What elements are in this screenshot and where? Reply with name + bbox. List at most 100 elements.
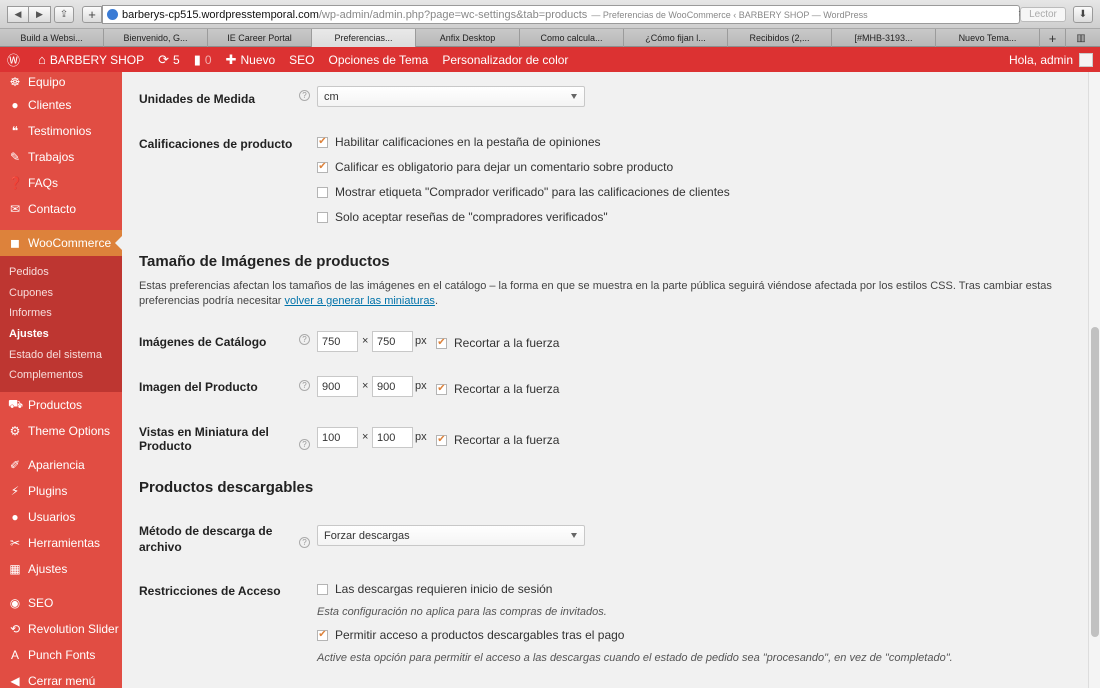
product-width-input[interactable]: 900	[317, 376, 358, 397]
updates-link[interactable]: ⟳ 5	[151, 47, 187, 72]
sidebar-item-apariencia[interactable]: ✐ Apariencia	[0, 452, 122, 478]
help-icon[interactable]: ?	[299, 334, 310, 345]
units-label: Unidades de Medida	[139, 92, 256, 106]
scrollbar-thumb[interactable]	[1091, 327, 1099, 637]
wp-admin-bar: Ⓦ ⌂ BARBERY SHOP ⟳ 5 ▮ 0 ✚ Nuevo SEO Opcione…	[0, 47, 1100, 72]
checkbox[interactable]	[317, 583, 328, 595]
browser-tab[interactable]: Bienvenido, G...	[104, 29, 208, 47]
catalog-height-input[interactable]: 750	[372, 331, 413, 352]
submenu-ajustes[interactable]: Ajustes	[0, 324, 122, 345]
chevron-down-icon	[571, 94, 577, 99]
checkbox[interactable]	[317, 186, 328, 198]
browser-tab-active[interactable]: Preferencias...	[312, 29, 416, 47]
sidebar-item-revolution-slider[interactable]: ⟲ Revolution Slider	[0, 616, 122, 642]
sidebar-item-herramientas[interactable]: ✂ Herramientas	[0, 530, 122, 556]
sidebar-item-trabajos[interactable]: ✎ Trabajos	[0, 144, 122, 170]
sidebar-item-woocommerce[interactable]: ◼ WooCommerce	[0, 230, 122, 256]
download-method-label: Método de descarga de archivo	[139, 524, 273, 554]
browser-tab[interactable]: [#MHB-3193...	[832, 29, 936, 47]
sidebar-item-ajustes[interactable]: ▦ Ajustes	[0, 556, 122, 582]
new-tab-button[interactable]: +	[82, 6, 102, 23]
product-height-input[interactable]: 900	[372, 376, 413, 397]
browser-tab[interactable]: Anfix Desktop	[416, 29, 520, 47]
submenu-pedidos[interactable]: Pedidos	[0, 262, 122, 283]
share-button[interactable]: ⇪	[54, 6, 74, 23]
rating-option-required[interactable]: ✔ Calificar es obligatorio para dejar un …	[317, 160, 673, 174]
download-method-select[interactable]: Forzar descargas	[317, 525, 585, 546]
sidebar-item-faqs[interactable]: ❓ FAQs	[0, 170, 122, 196]
back-button[interactable]: ◀	[7, 6, 29, 23]
submenu-cupones[interactable]: Cupones	[0, 283, 122, 304]
thumbnail-crop-option[interactable]: ✔ Recortar a la fuerza	[436, 433, 559, 447]
comments-link[interactable]: ▮ 0	[187, 47, 219, 72]
submenu-estado-sistema[interactable]: Estado del sistema	[0, 344, 122, 365]
add-tab-icon[interactable]: +	[1040, 29, 1066, 47]
sidebar-item-productos[interactable]: ⛟ Productos	[0, 392, 122, 418]
thumbnail-width-input[interactable]: 100	[317, 427, 358, 448]
checkbox[interactable]	[317, 211, 328, 223]
access-after-payment-option[interactable]: ✔ Permitir acceso a productos descargable…	[317, 628, 624, 642]
group-icon: ☸	[9, 75, 21, 89]
access-login-required-option[interactable]: Las descargas requieren inicio de sesión	[317, 582, 552, 596]
sidebar-item-theme-options[interactable]: ⚙ Theme Options	[0, 418, 122, 444]
seo-link[interactable]: SEO	[282, 47, 321, 72]
thumbnail-height-input[interactable]: 100	[372, 427, 413, 448]
sidebar-item-plugins[interactable]: ⚡ Plugins	[0, 478, 122, 504]
checkbox-checked[interactable]: ✔	[436, 383, 447, 395]
avatar	[1079, 52, 1093, 67]
help-icon[interactable]: ?	[299, 439, 310, 450]
forward-button[interactable]: ▶	[29, 6, 51, 23]
font-icon: A	[10, 647, 19, 662]
browser-tab[interactable]: ¿Cómo fijan l...	[624, 29, 728, 47]
rating-option-verified-only[interactable]: Solo aceptar reseñas de "compradores ver…	[317, 210, 608, 224]
browser-tab[interactable]: Nuevo Tema...	[936, 29, 1040, 47]
rating-option-verified-label[interactable]: Mostrar etiqueta "Comprador verificado" …	[317, 185, 730, 199]
submenu-informes[interactable]: Informes	[0, 303, 122, 324]
product-crop-option[interactable]: ✔ Recortar a la fuerza	[436, 382, 559, 396]
reading-list-icon[interactable]: ▥	[1066, 29, 1096, 47]
sidebar-item-equipo[interactable]: ☸ Equipo	[0, 72, 122, 92]
checkbox-checked[interactable]: ✔	[317, 136, 328, 148]
site-name-link[interactable]: ⌂ BARBERY SHOP	[31, 47, 151, 72]
units-select[interactable]: cm	[317, 86, 585, 107]
reader-button[interactable]: Lector	[1020, 7, 1066, 22]
brush-icon: ✐	[9, 457, 21, 472]
theme-options-link[interactable]: Opciones de Tema	[322, 47, 436, 72]
help-icon[interactable]: ?	[299, 537, 310, 548]
help-icon[interactable]: ?	[299, 380, 310, 391]
checkbox-checked[interactable]: ✔	[436, 337, 447, 349]
product-image-label: Imagen del Producto	[139, 380, 258, 394]
checkbox-checked[interactable]: ✔	[317, 629, 328, 641]
browser-tab[interactable]: IE Career Portal	[208, 29, 312, 47]
address-bar[interactable]: barberys-cp515.wordpresstemporal.com /wp…	[102, 5, 1020, 24]
account-menu[interactable]: Hola, admin	[1002, 47, 1100, 72]
sidebar-item-contacto[interactable]: ✉ Contacto	[0, 196, 122, 222]
browser-tab[interactable]: Build a Websi...	[0, 29, 104, 47]
new-content-link[interactable]: ✚ Nuevo	[219, 47, 283, 72]
color-customizer-link[interactable]: Personalizador de color	[435, 47, 575, 72]
page-scrollbar[interactable]	[1088, 72, 1100, 688]
help-icon[interactable]: ?	[299, 90, 310, 101]
download-icon[interactable]: ⬇	[1073, 6, 1093, 23]
wrench-icon: ✂	[9, 535, 21, 550]
catalog-crop-option[interactable]: ✔ Recortar a la fuerza	[436, 336, 559, 350]
wordpress-logo-icon[interactable]: Ⓦ	[0, 47, 31, 72]
settings-content: Unidades de Medida ? cm Calificaciones d…	[122, 72, 1088, 688]
browser-tab[interactable]: Como calcula...	[520, 29, 624, 47]
checkbox-checked[interactable]: ✔	[436, 434, 447, 446]
checkbox-checked[interactable]: ✔	[317, 161, 328, 173]
sidebar-item-punch-fonts[interactable]: A Punch Fonts	[0, 642, 122, 668]
submenu-complementos[interactable]: Complementos	[0, 365, 122, 386]
times-sign: ×	[362, 335, 369, 347]
sidebar-item-testimonios[interactable]: ❝ Testimonios	[0, 118, 122, 144]
sidebar-item-usuarios[interactable]: ● Usuarios	[0, 504, 122, 530]
sidebar-item-seo[interactable]: ◉ SEO	[0, 590, 122, 616]
catalog-width-input[interactable]: 750	[317, 331, 358, 352]
browser-tab[interactable]: Recibidos (2,...	[728, 29, 832, 47]
regenerate-thumbnails-link[interactable]: volver a generar las miniaturas	[285, 295, 435, 307]
admin-sidebar: ☸ Equipo ● Clientes ❝ Testimonios ✎ Trabajos…	[0, 72, 122, 688]
sidebar-item-clientes[interactable]: ● Clientes	[0, 92, 122, 118]
images-section-title: Tamaño de Imágenes de productos	[139, 253, 390, 270]
sidebar-item-collapse[interactable]: ◀ Cerrar menú	[0, 668, 122, 688]
rating-option-enable[interactable]: ✔ Habilitar calificaciones en la pestaña …	[317, 135, 601, 149]
